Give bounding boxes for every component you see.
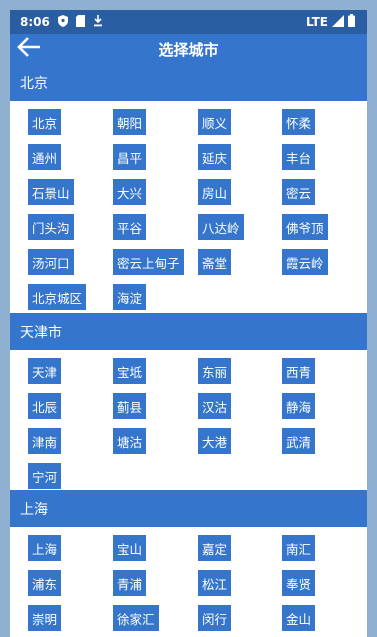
city-chip[interactable]: 闵行 xyxy=(198,605,232,631)
city-chip[interactable]: 宝坻 xyxy=(113,358,147,384)
city-chip[interactable]: 嘉定 xyxy=(198,535,232,561)
city-chip[interactable]: 东丽 xyxy=(198,358,232,384)
city-chip[interactable]: 宝山 xyxy=(113,535,147,561)
city-chip[interactable]: 佛爷顶 xyxy=(282,214,328,240)
section-header: 天津市 xyxy=(10,313,367,350)
city-chip[interactable]: 浦东 xyxy=(28,570,62,596)
city-chip[interactable]: 怀柔 xyxy=(282,109,316,135)
city-chip[interactable]: 武清 xyxy=(282,428,316,454)
city-chip[interactable]: 平谷 xyxy=(113,214,147,240)
sd-card-icon xyxy=(75,14,85,30)
city-chip[interactable]: 海淀 xyxy=(113,284,147,310)
city-chip[interactable]: 密云 xyxy=(282,179,316,205)
shield-icon xyxy=(57,14,68,30)
status-bar: 8:06 LTE xyxy=(10,10,367,34)
city-chip[interactable]: 西青 xyxy=(282,358,316,384)
city-chip[interactable]: 崇明 xyxy=(28,605,62,631)
app-bar: 选择城市 xyxy=(10,34,367,64)
city-chip[interactable]: 北辰 xyxy=(28,393,62,419)
arrow-left-icon xyxy=(17,36,41,62)
city-chip[interactable]: 房山 xyxy=(198,179,232,205)
battery-icon xyxy=(348,14,355,30)
city-chip[interactable]: 朝阳 xyxy=(113,109,147,135)
city-chip[interactable]: 通州 xyxy=(28,144,62,170)
city-chip[interactable]: 南汇 xyxy=(282,535,316,561)
city-chip[interactable]: 塘沽 xyxy=(113,428,147,454)
page-title: 选择城市 xyxy=(158,40,219,59)
city-chip[interactable]: 霞云岭 xyxy=(282,249,328,275)
download-icon xyxy=(93,14,103,30)
city-chip[interactable]: 北京城区 xyxy=(28,284,87,310)
city-chip[interactable]: 斋堂 xyxy=(198,249,232,275)
city-chip[interactable]: 昌平 xyxy=(113,144,147,170)
city-chip[interactable]: 丰台 xyxy=(282,144,316,170)
city-chip[interactable]: 石景山 xyxy=(28,179,74,205)
city-chip[interactable]: 宁河 xyxy=(28,463,62,489)
city-chip[interactable]: 顺义 xyxy=(198,109,232,135)
signal-icon xyxy=(332,14,344,30)
city-chip[interactable]: 松江 xyxy=(198,570,232,596)
city-chip[interactable]: 徐家汇 xyxy=(113,605,159,631)
city-chip[interactable]: 青浦 xyxy=(113,570,147,596)
back-button[interactable] xyxy=(16,37,42,61)
city-chip[interactable]: 北京 xyxy=(28,109,62,135)
city-chip[interactable]: 上海 xyxy=(28,535,62,561)
city-chip[interactable]: 蓟县 xyxy=(113,393,147,419)
city-chip[interactable]: 汤河口 xyxy=(28,249,74,275)
city-chip[interactable]: 门头沟 xyxy=(28,214,74,240)
city-chip[interactable]: 金山 xyxy=(282,605,316,631)
section-header: 北京 xyxy=(10,64,367,101)
section-header: 上海 xyxy=(10,490,367,527)
city-chip[interactable]: 八达岭 xyxy=(198,214,244,240)
city-chip[interactable]: 大兴 xyxy=(113,179,147,205)
city-chip[interactable]: 津南 xyxy=(28,428,62,454)
city-chip[interactable]: 汉沽 xyxy=(198,393,232,419)
city-chip[interactable]: 密云上甸子 xyxy=(113,249,184,275)
city-chip[interactable]: 延庆 xyxy=(198,144,232,170)
status-time: 8:06 xyxy=(20,15,50,29)
phone-screen: 8:06 LTE 选择城市 北京 北京 朝阳 顺义 怀柔 通州 昌平 延庆 丰台… xyxy=(10,10,367,637)
city-chip[interactable]: 天津 xyxy=(28,358,62,384)
city-chip[interactable]: 静海 xyxy=(282,393,316,419)
city-chip[interactable]: 奉贤 xyxy=(282,570,316,596)
network-type: LTE xyxy=(305,15,328,29)
city-chip[interactable]: 大港 xyxy=(198,428,232,454)
